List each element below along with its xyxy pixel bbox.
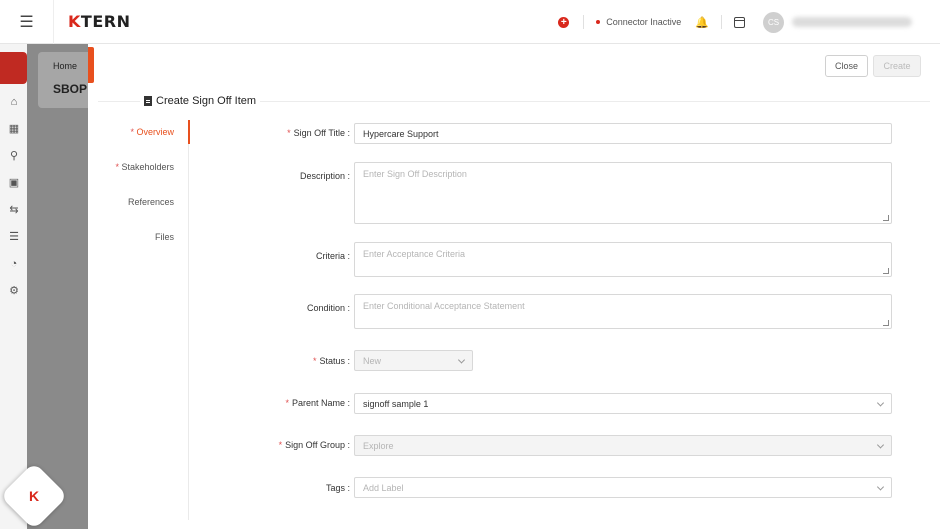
sign-off-title-input[interactable]: Hypercare Support [354, 123, 892, 144]
tags-select[interactable]: Add Label [354, 477, 892, 498]
tab-label: Stakeholders [121, 162, 174, 172]
parent-name-value: signoff sample 1 [363, 398, 429, 409]
ktern-logo[interactable]: KTERN [68, 12, 130, 31]
board-icon[interactable]: ▣ [8, 177, 20, 189]
parent-name-label: * Parent Name : [285, 398, 350, 408]
tab-label: Overview [136, 127, 174, 137]
ktern-assistant-button[interactable]: K [0, 462, 68, 529]
divider [583, 15, 585, 29]
status-label: * Status : [312, 356, 350, 366]
tab-label: Files [154, 232, 174, 242]
required-marker: * [312, 356, 317, 366]
create-button[interactable]: Create [873, 55, 921, 77]
ktern-k-icon: K [28, 488, 40, 504]
tags-label: Tags : [325, 483, 350, 493]
resize-handle-icon[interactable] [883, 268, 889, 274]
label-text: Condition [306, 303, 345, 313]
tags-placeholder: Add Label [363, 482, 404, 493]
tab-files[interactable]: Files [155, 232, 174, 242]
label-text: Sign Off Group [285, 440, 345, 450]
sign-off-title-value: Hypercare Support [363, 128, 439, 139]
condition-textarea[interactable]: Enter Conditional Acceptance Statement [354, 294, 892, 329]
label-text: Criteria [315, 251, 345, 261]
chevron-down-icon [876, 440, 885, 449]
status-select[interactable]: New [354, 350, 473, 371]
document-icon [144, 96, 152, 106]
label-text: Status [319, 356, 345, 366]
transfer-icon[interactable]: ⇆ [8, 204, 20, 216]
label-text: Tags [325, 483, 345, 493]
list-icon[interactable]: ☰ [8, 231, 20, 243]
description-textarea[interactable]: Enter Sign Off Description [354, 162, 892, 224]
description-label: Description : [299, 171, 350, 181]
label-text: Parent Name [291, 398, 345, 408]
status-value: New [363, 355, 382, 366]
chevron-down-icon [457, 355, 466, 364]
label-text: Description [299, 171, 345, 181]
quick-add-icon[interactable]: + [558, 16, 570, 28]
active-nav-marker [0, 52, 27, 84]
create-sign-off-drawer: Close Create Create Sign Off Item * Over… [88, 44, 940, 529]
drawer-accent [88, 47, 94, 83]
criteria-placeholder: Enter Acceptance Criteria [363, 249, 466, 259]
condition-placeholder: Enter Conditional Acceptance Statement [363, 301, 525, 311]
left-nav-bar: ⌂ ▦ ⚲ ▣ ⇆ ☰ ◔ ⚙ [0, 44, 27, 529]
chevron-down-icon [876, 482, 885, 491]
sign-off-group-value: Explore [363, 440, 394, 451]
resize-handle-icon[interactable] [883, 215, 889, 221]
calendar-icon[interactable] [734, 16, 745, 28]
location-pin-icon[interactable]: ⚲ [8, 150, 20, 162]
resize-handle-icon[interactable] [883, 320, 889, 326]
grid-icon[interactable]: ▦ [8, 123, 20, 135]
notification-bell-icon[interactable]: 🔔 [695, 16, 709, 29]
sign-off-group-label: * Sign Off Group : [278, 440, 350, 450]
close-button[interactable]: Close [825, 55, 868, 77]
tab-label: References [127, 197, 174, 207]
connector-status-text[interactable]: Connector Inactive [606, 17, 681, 27]
project-title: SBOP [53, 82, 88, 96]
chevron-down-icon [876, 398, 885, 407]
sign-off-group-select[interactable]: Explore [354, 435, 892, 456]
divider [721, 15, 722, 29]
label-text: Sign Off Title [293, 128, 345, 138]
dashboard-gauge-icon[interactable]: ◔ [8, 258, 20, 270]
settings-gear-icon[interactable]: ⚙ [8, 285, 20, 297]
tab-stakeholders[interactable]: * Stakeholders [115, 162, 174, 172]
parent-name-select[interactable]: signoff sample 1 [354, 393, 892, 414]
tab-overview[interactable]: * Overview [130, 127, 174, 137]
connector-status-dot [596, 20, 601, 24]
avatar[interactable]: CS [763, 11, 784, 33]
description-placeholder: Enter Sign Off Description [363, 169, 467, 179]
sign-off-title-label: * Sign Off Title : [287, 128, 350, 138]
drawer-title: Create Sign Off Item [140, 95, 261, 107]
criteria-label: Criteria : [315, 251, 350, 261]
criteria-textarea[interactable]: Enter Acceptance Criteria [354, 242, 892, 277]
breadcrumb-home[interactable]: Home [53, 61, 77, 71]
home-icon[interactable]: ⌂ [8, 96, 20, 108]
hamburger-menu-icon[interactable]: ☰ [0, 0, 54, 44]
user-name-blurred[interactable] [792, 17, 912, 27]
condition-label: Condition : [306, 303, 350, 313]
required-marker: * [287, 128, 291, 138]
required-marker: * [285, 398, 289, 408]
drawer-title-text: Create Sign Off Item [156, 95, 257, 107]
active-tab-indicator [188, 120, 190, 144]
tab-references[interactable]: References [128, 197, 174, 207]
top-bar: ☰ KTERN + Connector Inactive 🔔 CS [0, 0, 940, 44]
form-section-tabs: * Overview * Stakeholders References Fil… [88, 120, 190, 520]
required-marker: * [278, 440, 283, 450]
